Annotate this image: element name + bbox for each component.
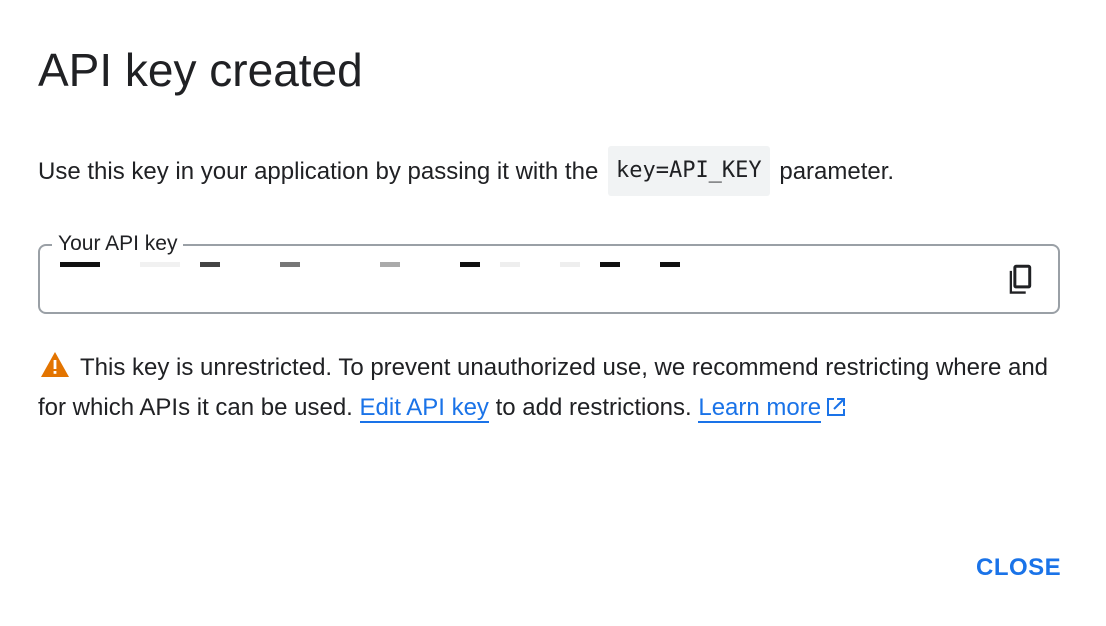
api-key-dialog: API key created Use this key in your app… bbox=[0, 0, 1106, 626]
edit-api-key-link[interactable]: Edit API key bbox=[359, 394, 489, 423]
warning-text-middle: to add restrictions. bbox=[495, 394, 692, 421]
copy-icon bbox=[1006, 264, 1036, 296]
dialog-title: API key created bbox=[38, 44, 363, 96]
intro-text: Use this key in your application by pass… bbox=[38, 146, 894, 198]
intro-text-after: parameter. bbox=[779, 158, 895, 185]
key-redacted-segment bbox=[60, 262, 100, 267]
key-redacted-segment bbox=[460, 262, 480, 267]
warning-message: This key is unrestricted. To prevent una… bbox=[38, 348, 1068, 430]
key-redacted-segment bbox=[660, 262, 680, 267]
intro-text-before: Use this key in your application by pass… bbox=[38, 158, 599, 185]
key-redacted-segment bbox=[600, 262, 620, 267]
key-redacted-segment bbox=[560, 262, 580, 267]
api-key-value[interactable] bbox=[60, 262, 700, 268]
key-redacted-segment bbox=[200, 262, 220, 267]
open-in-new-icon[interactable] bbox=[826, 390, 846, 430]
api-key-field-label: Your API key bbox=[52, 230, 184, 258]
copy-button[interactable] bbox=[1006, 264, 1036, 296]
api-key-field[interactable]: Your API key bbox=[38, 230, 1060, 314]
key-redacted-segment bbox=[140, 262, 180, 267]
close-button[interactable]: CLOSE bbox=[966, 548, 1071, 588]
warning-icon bbox=[40, 351, 72, 379]
code-snippet: key=API_KEY bbox=[607, 146, 770, 196]
learn-more-link[interactable]: Learn more bbox=[698, 394, 822, 423]
key-redacted-segment bbox=[500, 262, 520, 267]
key-redacted-segment bbox=[380, 262, 400, 267]
key-redacted-segment bbox=[280, 262, 300, 267]
